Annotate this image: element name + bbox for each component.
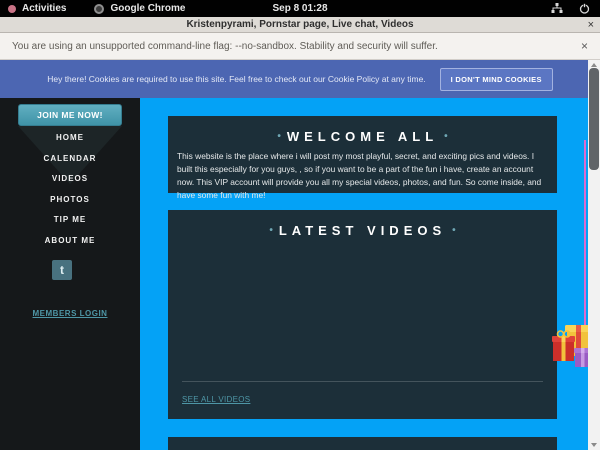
system-top-bar: Activities Google Chrome Sep 8 01:28 [0,0,600,17]
next-section-panel [168,437,557,450]
sidebar-item-about-me[interactable]: ABOUT ME [0,231,140,252]
sidebar: JOIN ME NOW! HOME CALENDAR VIDEOS PHOTOS… [0,98,140,450]
main-content: •WELCOME ALL• This website is the place … [140,98,600,450]
sidebar-item-home[interactable]: HOME [0,128,140,149]
cookie-message: Hey there! Cookies are required to use t… [47,74,425,84]
sidebar-menu: HOME CALENDAR VIDEOS PHOTOS TIP ME ABOUT… [0,128,140,251]
page-body: JOIN ME NOW! HOME CALENDAR VIDEOS PHOTOS… [0,98,600,450]
sidebar-item-tip-me[interactable]: TIP ME [0,210,140,231]
focused-app-menu[interactable]: Google Chrome [94,3,185,14]
decor-dot-icon: • [263,225,279,236]
window-close-icon[interactable]: × [588,17,594,33]
activities-button[interactable]: Activities [22,3,66,14]
latest-videos-title-text: LATEST VIDEOS [279,223,446,238]
sidebar-item-photos[interactable]: PHOTOS [0,190,140,211]
join-me-now-button[interactable]: JOIN ME NOW! [18,104,122,126]
power-icon[interactable] [579,3,590,14]
page-scrollbar[interactable] [588,60,600,450]
scrollbar-thumb[interactable] [589,68,599,170]
decor-dot-icon: • [438,131,454,142]
latest-videos-title: •LATEST VIDEOS• [168,210,557,238]
screen: Activities Google Chrome Sep 8 01:28 [0,0,600,450]
sidebar-item-videos[interactable]: VIDEOS [0,169,140,190]
gifts-tip-icon[interactable] [552,322,592,372]
members-login-link[interactable]: MEMBERS LOGIN [0,309,140,318]
welcome-title: •WELCOME ALL• [168,116,557,144]
videos-divider [182,381,543,382]
tumblr-icon[interactable]: t [52,260,72,280]
focused-app-label: Google Chrome [110,3,185,14]
cookie-banner: Hey there! Cookies are required to use t… [0,60,600,98]
welcome-panel: •WELCOME ALL• This website is the place … [168,116,557,193]
window-title: Kristenpyrami, Pornstar page, Live chat,… [0,19,600,30]
latest-videos-panel: •LATEST VIDEOS• SEE ALL VIDEOS [168,210,557,419]
window-titlebar[interactable]: Kristenpyrami, Pornstar page, Live chat,… [0,17,600,33]
activities-indicator-icon [8,5,16,13]
see-all-videos-link[interactable]: SEE ALL VIDEOS [182,395,250,404]
network-icon[interactable] [551,3,563,14]
decor-dot-icon: • [446,225,462,236]
sidebar-item-calendar[interactable]: CALENDAR [0,149,140,170]
scroll-up-arrow-icon[interactable] [591,63,597,67]
chrome-app-icon [94,4,104,14]
infobar-message: You are using an unsupported command-lin… [12,41,438,52]
scroll-down-arrow-icon[interactable] [591,443,597,447]
infobar-close-icon[interactable]: × [581,39,588,53]
browser-viewport: Hey there! Cookies are required to use t… [0,60,600,450]
welcome-body: This website is the place where i will p… [177,150,548,202]
chrome-infobar: You are using an unsupported command-lin… [0,33,600,60]
decor-dot-icon: • [271,131,287,142]
pink-edge-line [584,140,586,328]
cookie-accept-button[interactable]: I DON'T MIND COOKIES [440,68,553,91]
welcome-title-text: WELCOME ALL [287,129,438,144]
